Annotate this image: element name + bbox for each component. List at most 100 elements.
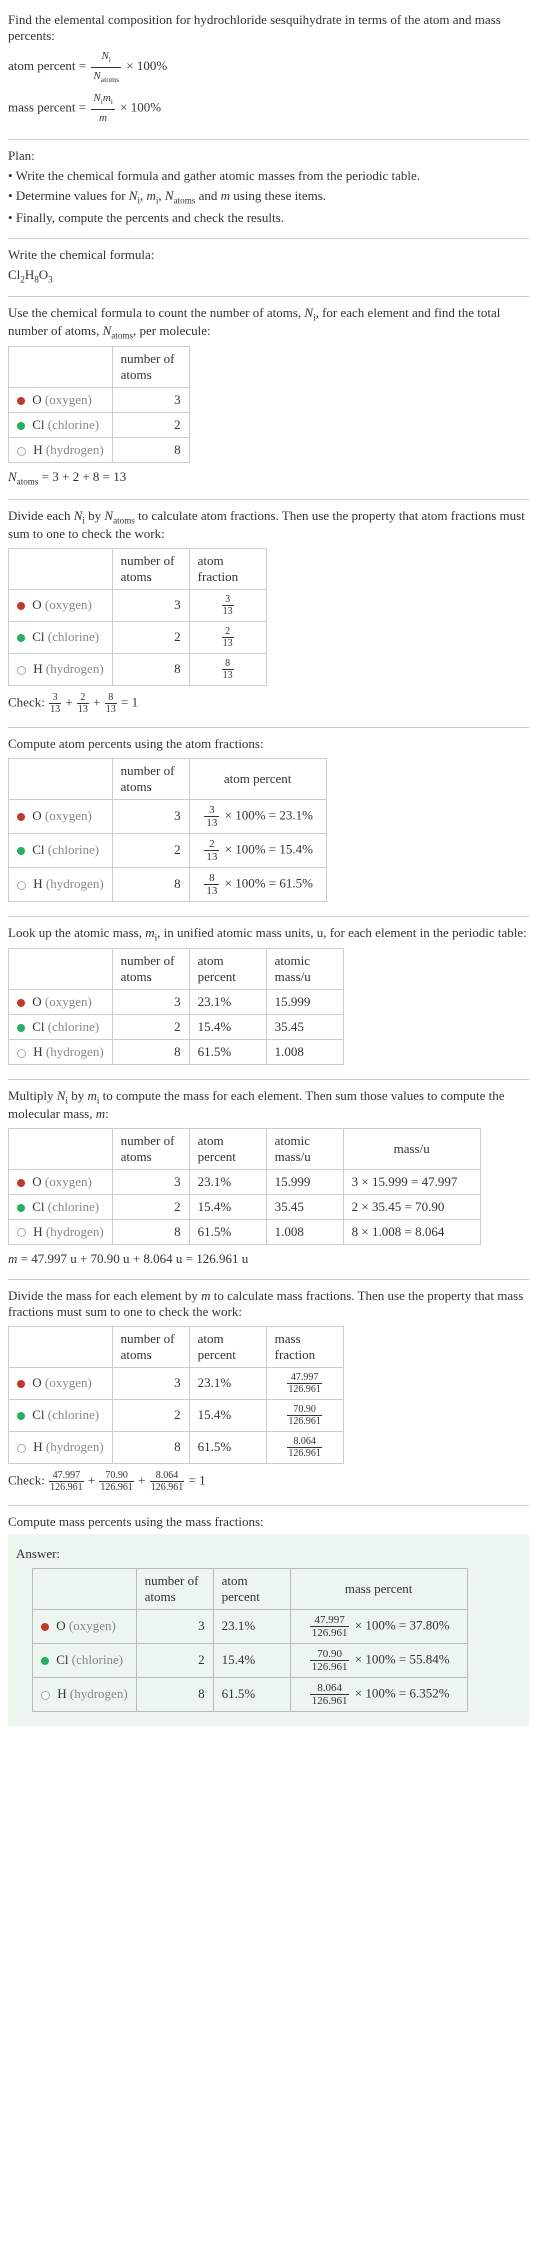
check-frac-num: 70.90: [99, 1470, 134, 1482]
atom-count-cell: 2: [112, 621, 189, 653]
col-atom-percent: atom percent: [213, 1568, 290, 1609]
element-name: (hydrogen): [46, 876, 104, 891]
atom-percent-title: Compute atom percents using the atom fra…: [8, 736, 529, 752]
atom-count-cell: 2: [136, 1643, 213, 1677]
table-header-row: number of atoms: [9, 347, 190, 388]
element-name: (hydrogen): [70, 1686, 128, 1701]
am-title-a: Look up the atomic mass,: [8, 925, 145, 940]
mass-calc-section: Multiply Ni by mi to compute the mass fo…: [8, 1088, 529, 1280]
element-symbol: H: [33, 1044, 42, 1059]
cf-part2: H: [25, 267, 34, 282]
atom-percent-cell: 61.5%: [189, 1431, 266, 1463]
atomic-mass-title: Look up the atomic mass, mi, in unified …: [8, 925, 529, 943]
table-header-row: number of atoms atom percent atomic mass…: [9, 1128, 481, 1169]
atompct-tbody: O (oxygen) 3 313 × 100% = 23.1% Cl (chlo…: [9, 799, 327, 901]
mass-percent-section: Compute mass percents using the mass fra…: [8, 1514, 529, 1726]
col-number-of-atoms: number of atoms: [136, 1568, 213, 1609]
table-row: O (oxygen) 3: [9, 388, 190, 413]
answer-box: Answer: number of atoms atom percent mas…: [8, 1534, 529, 1726]
element-dot-icon: [17, 1179, 25, 1187]
atom-count-cell: 3: [112, 1169, 189, 1194]
mass-fraction-cell: 70.90126.961: [266, 1399, 343, 1431]
mass-calc-cell: 2 × 35.45 = 70.90: [343, 1194, 480, 1219]
chemical-formula-section: Write the chemical formula: Cl2H8O3: [8, 247, 529, 298]
col-mass: mass/u: [343, 1128, 480, 1169]
atom-count-cell: 8: [112, 1431, 189, 1463]
mass-percent-cell: 70.90126.961 × 100% = 55.84%: [290, 1643, 467, 1677]
check-frac-num: 2: [77, 692, 89, 704]
answer-label: Answer:: [16, 1546, 521, 1562]
element-name: (hydrogen): [46, 1439, 104, 1454]
table-row: O (oxygen) 3 23.1% 15.999 3 × 15.999 = 4…: [9, 1169, 481, 1194]
atom-percent-section: Compute atom percents using the atom fra…: [8, 736, 529, 917]
element-name: (chlorine): [48, 1407, 99, 1422]
atom-percent-cell: 15.4%: [189, 1015, 266, 1040]
atomic-mass-section: Look up the atomic mass, mi, in unified …: [8, 925, 529, 1081]
element-dot-icon: [17, 881, 26, 890]
element-dot-icon: [41, 1691, 50, 1700]
mc-title-a: Multiply: [8, 1088, 57, 1103]
element-symbol: H: [33, 442, 42, 457]
element-symbol: Cl: [32, 1019, 44, 1034]
atom-count-cell: 2: [112, 1194, 189, 1219]
atom-percent-cell: 23.1%: [189, 990, 266, 1015]
element-symbol: O: [32, 392, 41, 407]
frac-num-sym: N: [101, 50, 108, 62]
check-eq: = 1: [121, 694, 138, 709]
count-atoms-table: number of atoms O (oxygen) 3 Cl (chlorin…: [8, 346, 190, 463]
frac-den-sub: atoms: [101, 75, 119, 84]
atomic-mass-cell: 15.999: [266, 990, 343, 1015]
atom-fraction-cell: 213: [189, 621, 266, 653]
col-number-of-atoms: number of atoms: [112, 758, 189, 799]
element-dot-icon: [17, 1024, 25, 1032]
atom-count-cell: 8: [112, 438, 189, 463]
frac-den-sym: m: [99, 112, 107, 124]
check-eq: = 1: [189, 1472, 206, 1487]
atomic-mass-cell: 15.999: [266, 1169, 343, 1194]
mf-title-a: Divide the mass for each element by: [8, 1288, 201, 1303]
mc-title-d: :: [105, 1106, 109, 1121]
atom-percent-cell: 15.4%: [189, 1194, 266, 1219]
cf-part1: Cl: [8, 267, 20, 282]
check-frac-den: 126.961: [150, 1482, 185, 1493]
element-symbol: O: [32, 1375, 41, 1390]
atom-percent-cell: 213 × 100% = 15.4%: [189, 833, 326, 867]
element-name: (chlorine): [48, 842, 99, 857]
atom-percent-table: number of atoms atom percent O (oxygen) …: [8, 758, 327, 902]
atom-count-cell: 8: [136, 1677, 213, 1711]
atom-percent-fraction: Ni Natoms: [91, 48, 121, 86]
element-symbol: Cl: [32, 842, 44, 857]
element-symbol: O: [32, 597, 41, 612]
plan-bullet-2: • Determine values for Ni, mi, Natoms an…: [8, 188, 529, 206]
element-symbol: Cl: [32, 629, 44, 644]
atom-count-cell: 8: [112, 1040, 189, 1065]
atomic-mass-table: number of atoms atom percent atomic mass…: [8, 948, 344, 1065]
frac-num-sym2: m: [103, 92, 111, 104]
table-row: O (oxygen) 3 313 × 100% = 23.1%: [9, 799, 327, 833]
element-name: (chlorine): [48, 629, 99, 644]
check-frac-num: 47.997: [49, 1470, 84, 1482]
count-title-c: , per molecule:: [133, 323, 211, 338]
element-name: (oxygen): [45, 808, 92, 823]
atom-fraction-cell: 813: [189, 653, 266, 685]
element-name: (oxygen): [45, 994, 92, 1009]
atom-count-cell: 2: [112, 1015, 189, 1040]
element-name: (chlorine): [48, 1199, 99, 1214]
element-symbol: O: [56, 1618, 65, 1633]
element-name: (chlorine): [48, 1019, 99, 1034]
atom-percent-cell: 23.1%: [213, 1609, 290, 1643]
element-name: (hydrogen): [46, 442, 104, 457]
chemical-formula-value: Cl2H8O3: [8, 267, 529, 285]
element-dot-icon: [17, 847, 25, 855]
atom-percent-cell: 61.5%: [189, 1040, 266, 1065]
cf-sub3: 3: [48, 274, 53, 284]
col-mass-fraction: mass fraction: [266, 1326, 343, 1367]
mass-calc-cell: 8 × 1.008 = 8.064: [343, 1219, 480, 1244]
atom-count-cell: 3: [112, 1367, 189, 1399]
col-atomic-mass: atomic mass/u: [266, 949, 343, 990]
mass-fraction-table: number of atoms atom percent mass fracti…: [8, 1326, 344, 1464]
table-row: H (hydrogen) 8 61.5% 1.008: [9, 1040, 344, 1065]
plan-bullet-3-text: Finally, compute the percents and check …: [16, 210, 284, 225]
check-frac-num: 3: [49, 692, 61, 704]
col-number-of-atoms: number of atoms: [112, 1326, 189, 1367]
